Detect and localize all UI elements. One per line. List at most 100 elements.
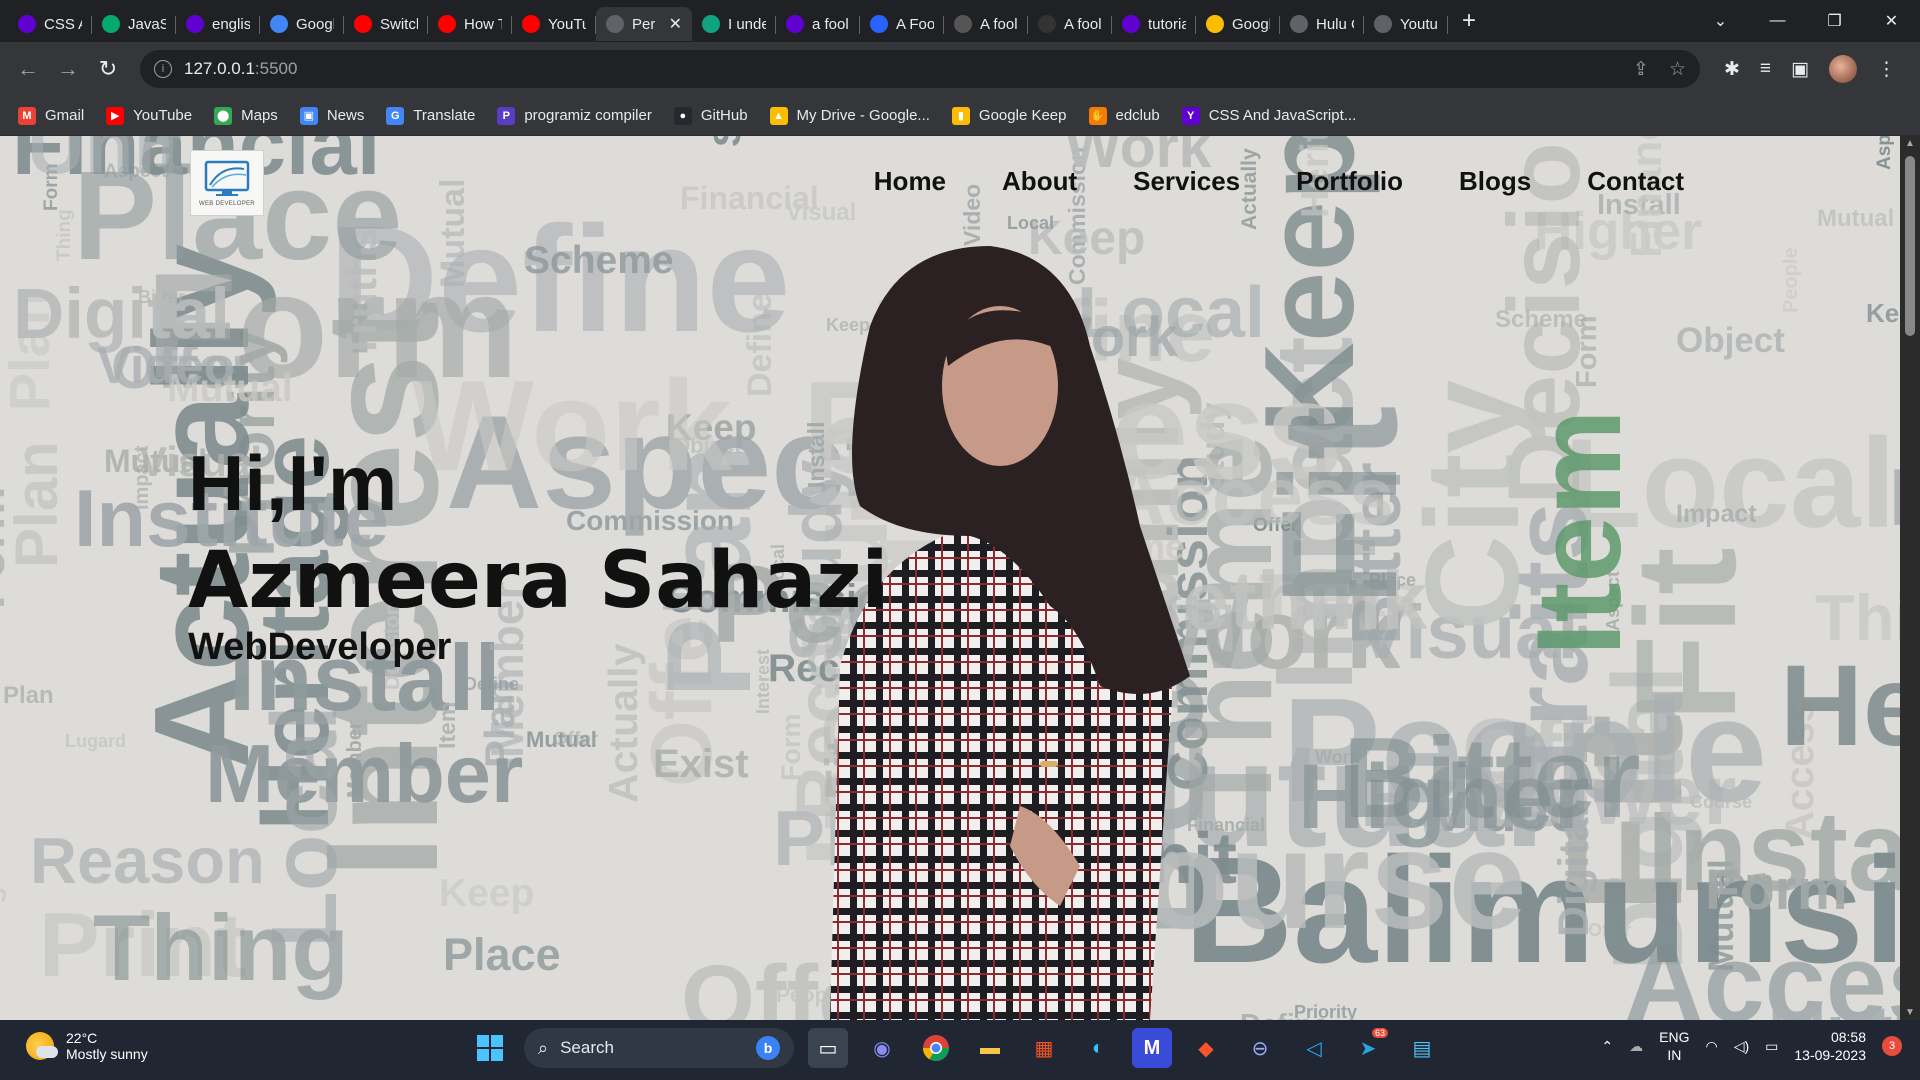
bing-icon[interactable]: b: [756, 1036, 780, 1060]
browser-tab[interactable]: Switch: [344, 7, 428, 41]
back-icon[interactable]: ←: [8, 56, 48, 82]
tab-label: Googl: [296, 15, 334, 33]
tab-label: How T: [464, 15, 502, 33]
gmail-icon: M: [18, 106, 36, 125]
bookmark-item[interactable]: ✋ edclub: [1088, 106, 1160, 125]
restore-icon[interactable]: ❐: [1806, 11, 1863, 31]
reload-icon[interactable]: ↻: [88, 56, 128, 82]
google-translate-icon: [270, 15, 288, 33]
yahoo-icon: [186, 15, 204, 33]
bookmark-item[interactable]: ● GitHub: [673, 106, 748, 125]
app-icon[interactable]: M: [1132, 1028, 1172, 1068]
media-control-icon[interactable]: ≡: [1760, 58, 1771, 80]
share-icon[interactable]: ⇪: [1633, 58, 1649, 81]
nav-link-home[interactable]: Home: [874, 166, 946, 197]
extensions-icon[interactable]: ✱: [1724, 58, 1740, 81]
edge-icon[interactable]: ◐: [1078, 1028, 1118, 1068]
close-tab-icon[interactable]: ✕: [669, 14, 682, 34]
browser-tab[interactable]: Googl: [1196, 7, 1280, 41]
browser-tab[interactable]: Hulu C: [1280, 7, 1364, 41]
browser-tab[interactable]: I unde: [692, 7, 776, 41]
browser-tab[interactable]: a fool: [776, 7, 860, 41]
nav-link-blogs[interactable]: Blogs: [1459, 166, 1531, 197]
clock[interactable]: 08:58 13-09-2023: [1794, 1028, 1866, 1064]
browser-tab[interactable]: A fool: [944, 7, 1028, 41]
tab-label: YouTu: [548, 15, 586, 33]
tab-label: A Fool: [896, 15, 934, 33]
site-logo[interactable]: WEB DEVELOPER: [190, 150, 264, 216]
bookmark-item[interactable]: M Gmail: [18, 106, 84, 125]
bookmark-item[interactable]: G Translate: [386, 106, 475, 125]
task-view-icon[interactable]: ▭: [808, 1028, 848, 1068]
windows-start-icon[interactable]: [470, 1028, 510, 1068]
browser-tab[interactable]: A fool: [1028, 7, 1112, 41]
bookmark-item[interactable]: ▮ Google Keep: [951, 106, 1067, 125]
browser-tab[interactable]: How T: [428, 7, 512, 41]
profile-avatar[interactable]: [1828, 55, 1857, 83]
chat-icon[interactable]: ◉: [862, 1028, 902, 1068]
battery-icon[interactable]: ▭: [1765, 1038, 1778, 1055]
bookmark-item[interactable]: Pprogramiz compiler: [497, 106, 652, 125]
weather-widget[interactable]: 22°C Mostly sunny: [26, 1030, 148, 1062]
file-explorer-icon[interactable]: ▬: [970, 1028, 1010, 1068]
wifi-icon[interactable]: ◠: [1705, 1038, 1717, 1055]
volume-icon[interactable]: ◁): [1734, 1038, 1749, 1055]
bookmark-label: GitHub: [700, 107, 748, 124]
brave-icon[interactable]: ◆: [1186, 1028, 1226, 1068]
scroll-down-icon[interactable]: ▼: [1905, 1007, 1915, 1018]
new-tab-icon[interactable]: +: [1462, 7, 1476, 35]
browser-tab[interactable]: YouTu: [512, 7, 596, 41]
taskbar-search[interactable]: ⌕ Search b: [524, 1028, 794, 1068]
browser-tab[interactable]: A Fool: [860, 7, 944, 41]
browser-tab[interactable]: Per ✕: [596, 7, 692, 41]
site-info-icon[interactable]: i: [154, 60, 172, 78]
bookmark-item[interactable]: ⬤ Maps: [214, 106, 278, 125]
clock-time: 08:58: [1830, 1029, 1866, 1045]
window-controls: ⌄ — ❐ ✕: [1692, 0, 1920, 42]
forward-icon[interactable]: →: [48, 56, 88, 82]
notification-badge[interactable]: 3: [1882, 1036, 1902, 1056]
programiz-icon: P: [497, 106, 516, 125]
browser-tab[interactable]: tutoria: [1112, 7, 1196, 41]
side-panel-icon[interactable]: ▣: [1791, 58, 1809, 81]
search-icon: ⌕: [538, 1037, 549, 1058]
lang-bottom: IN: [1667, 1047, 1682, 1063]
youtube-icon: ▶: [106, 106, 125, 125]
menu-kebab-icon[interactable]: ⋮: [1877, 58, 1896, 81]
browser-tab[interactable]: CSS Ar: [8, 7, 92, 41]
microsoft-store-icon[interactable]: ▦: [1024, 1028, 1064, 1068]
address-bar[interactable]: i 127.0.0.1:5500 ⇪ ☆: [140, 50, 1700, 88]
browser-tab[interactable]: JavaSc: [92, 7, 176, 41]
close-window-icon[interactable]: ✕: [1863, 11, 1920, 31]
youtube-icon: [522, 15, 540, 33]
decorative-word: Mutual: [1768, 991, 1900, 1020]
nav-link-contact[interactable]: Contact: [1587, 166, 1684, 197]
nav-link-about[interactable]: About: [1002, 166, 1077, 197]
bookmarks-bar: M Gmail ▶ YouTube ⬤ Maps ▣ News G Translate Pprogr…: [0, 96, 1920, 136]
minimize-icon[interactable]: —: [1749, 12, 1806, 30]
bookmark-star-icon[interactable]: ☆: [1669, 58, 1686, 81]
chrome-icon[interactable]: [916, 1028, 956, 1068]
page-scrollbar[interactable]: ▲ ▼: [1900, 136, 1920, 1020]
notepad-icon[interactable]: ▤: [1402, 1028, 1442, 1068]
browser-tab[interactable]: englis: [176, 7, 260, 41]
browser-tab[interactable]: Googl: [260, 7, 344, 41]
bookmark-item[interactable]: ▲ My Drive - Google...: [769, 106, 930, 125]
onedrive-icon[interactable]: ☁: [1629, 1038, 1643, 1055]
scroll-up-icon[interactable]: ▲: [1905, 138, 1915, 149]
scroll-thumb[interactable]: [1905, 156, 1915, 336]
vscode-icon[interactable]: ◁: [1294, 1028, 1334, 1068]
clock-date: 13-09-2023: [1794, 1047, 1866, 1063]
browser-tab[interactable]: Youtul: [1364, 7, 1448, 41]
eclipse-icon[interactable]: ⊖: [1240, 1028, 1280, 1068]
bookmark-item[interactable]: Y CSS And JavaScript...: [1181, 106, 1356, 125]
tray-overflow-icon[interactable]: ⌃: [1601, 1038, 1613, 1055]
language-indicator[interactable]: ENG IN: [1659, 1028, 1689, 1064]
bookmark-item[interactable]: ▶ YouTube: [106, 106, 192, 125]
nav-link-services[interactable]: Services: [1133, 166, 1240, 197]
tab-search-icon[interactable]: ⌄: [1692, 11, 1749, 31]
bookmark-label: My Drive - Google...: [796, 107, 930, 124]
bookmark-item[interactable]: ▣ News: [299, 106, 364, 125]
nav-link-portfolio[interactable]: Portfolio: [1296, 166, 1403, 197]
telegram-icon[interactable]: ➤ 63: [1348, 1028, 1388, 1068]
